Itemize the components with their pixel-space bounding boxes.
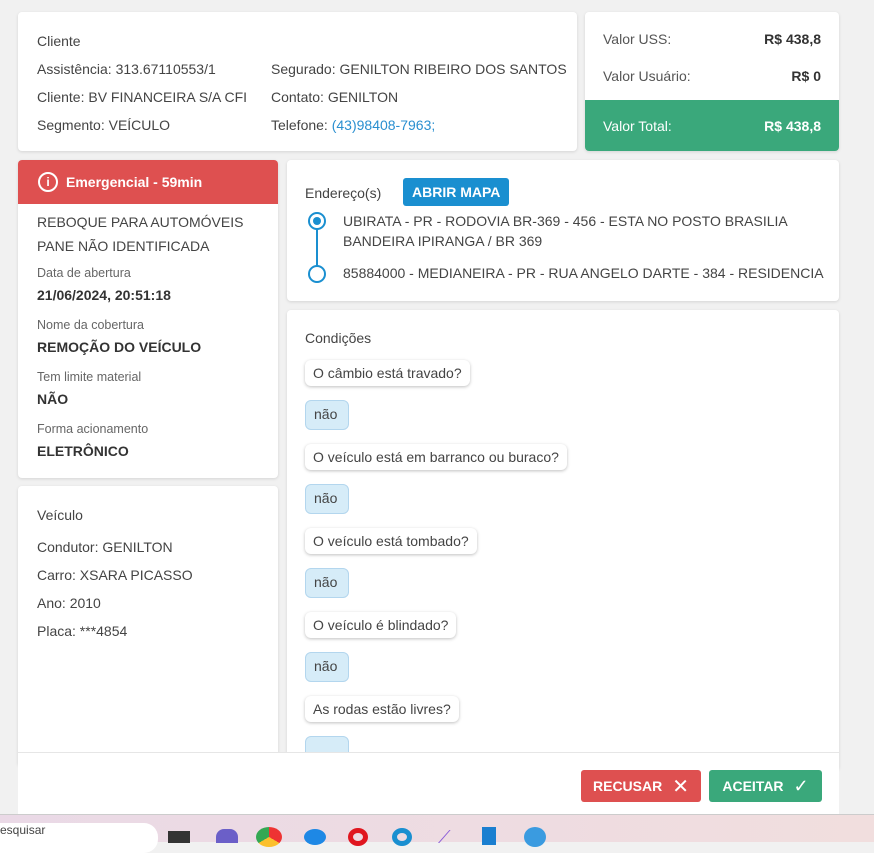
task-view-icon[interactable] [168,831,190,843]
limite-label: Tem limite material [37,370,142,384]
notepad-icon[interactable] [482,827,496,845]
total-value: R$ 438,8 [764,118,821,134]
emergency-badge: i Emergencial - 59min [18,160,278,204]
forma-value: ELETRÔNICO [37,443,129,459]
segmento: Segmento: VEÍCULO [37,117,171,133]
phone-app-icon[interactable] [524,827,546,847]
client-title: Cliente [37,33,81,49]
accept-button[interactable]: ACEITAR ✓ [709,770,822,802]
values-card: Valor USS: R$ 438,8 Valor Usuário: R$ 0 … [585,12,839,151]
condition-question: O câmbio está travado? [305,360,470,386]
client-card: Cliente Assistência: 313.67110553/1 Clie… [18,12,577,151]
origin-marker-icon [308,212,326,230]
cobertura-label: Nome da cobertura [37,318,145,332]
accept-label: ACEITAR [722,778,784,794]
conditions-title: Condições [305,330,372,346]
vehicle-title: Veículo [37,507,83,523]
feather-icon[interactable]: ⟋ [438,827,456,847]
destination-address: 85884000 - MEDIANEIRA - PR - RUA ANGELO … [343,265,824,281]
condition-answer: não [305,484,349,514]
condition-answer: não [305,400,349,430]
vehicle-card: Veículo Condutor: GENILTON Carro: XSARA … [18,486,278,766]
telefone-link[interactable]: (43)98408-7963; [332,117,436,133]
destination-marker-icon [308,265,326,283]
placa: Placa: ***4854 [37,623,128,639]
condition-question: O veículo está tombado? [305,528,477,554]
service-type: REBOQUE PARA AUTOMÓVEIS [37,214,244,230]
assistencia: Assistência: 313.67110553/1 [37,61,216,77]
info-icon: i [38,172,58,192]
address-card: Endereço(s) ABRIR MAPA UBIRATA - PR - RO… [287,160,839,301]
condition-question: As rodas estão livres? [305,696,459,722]
forma-label: Forma acionamento [37,422,149,436]
conditions-card: Condições O câmbio está travado? não O veí… [287,310,839,770]
edge-icon[interactable] [304,829,326,845]
condutor: Condutor: GENILTON [37,539,173,555]
check-icon: ✓ [793,775,809,796]
origin-address: UBIRATA - PR - RODOVIA BR-369 - 456 - ES… [343,213,787,249]
condition-question: O veículo está em barranco ou buraco? [305,444,567,470]
problem: PANE NÃO IDENTIFICADA [37,238,210,254]
service-card: i Emergencial - 59min REBOQUE PARA AUTOM… [18,160,278,478]
telefone-label: Telefone: [271,117,328,133]
total-bar: Valor Total: R$ 438,8 [585,100,839,151]
condition-question: O veículo é blindado? [305,612,457,638]
telefone: Telefone: (43)98408-7963; [271,117,435,133]
taskbar-search[interactable]: Pesquisar [0,823,158,853]
action-footer: RECUSAR ✕ ACEITAR ✓ [18,752,839,814]
close-icon: ✕ [672,775,689,798]
opera-gx-icon[interactable] [392,828,412,846]
condition-answer: não [305,652,349,682]
usuario-label: Valor Usuário: [603,68,691,84]
data-label: Data de abertura [37,266,131,280]
uss-value: R$ 438,8 [764,31,821,47]
total-label: Valor Total: [603,118,672,134]
segurado: Segurado: GENILTON RIBEIRO DOS SANTOS [271,61,567,77]
refuse-label: RECUSAR [593,778,663,794]
data-value: 21/06/2024, 20:51:18 [37,287,171,303]
ano: Ano: 2010 [37,595,101,611]
cliente-name: Cliente: BV FINANCEIRA S/A CFI [37,89,248,105]
opera-icon[interactable] [348,828,368,846]
contato: Contato: GENILTON [271,89,399,105]
limite-value: NÃO [37,391,69,407]
taskbar: Pesquisar ⟋ [0,814,874,853]
address-title: Endereço(s) [305,185,382,201]
open-map-button[interactable]: ABRIR MAPA [403,178,510,206]
chrome-icon[interactable] [256,827,282,847]
usuario-value: R$ 0 [791,68,821,84]
uss-label: Valor USS: [603,31,672,47]
condition-answer: não [305,568,349,598]
carro: Carro: XSARA PICASSO [37,567,193,583]
cobertura-value: REMOÇÃO DO VEÍCULO [37,339,202,355]
refuse-button[interactable]: RECUSAR ✕ [581,770,701,802]
emergency-text: Emergencial - 59min [66,174,203,190]
teams-icon[interactable] [216,829,238,843]
